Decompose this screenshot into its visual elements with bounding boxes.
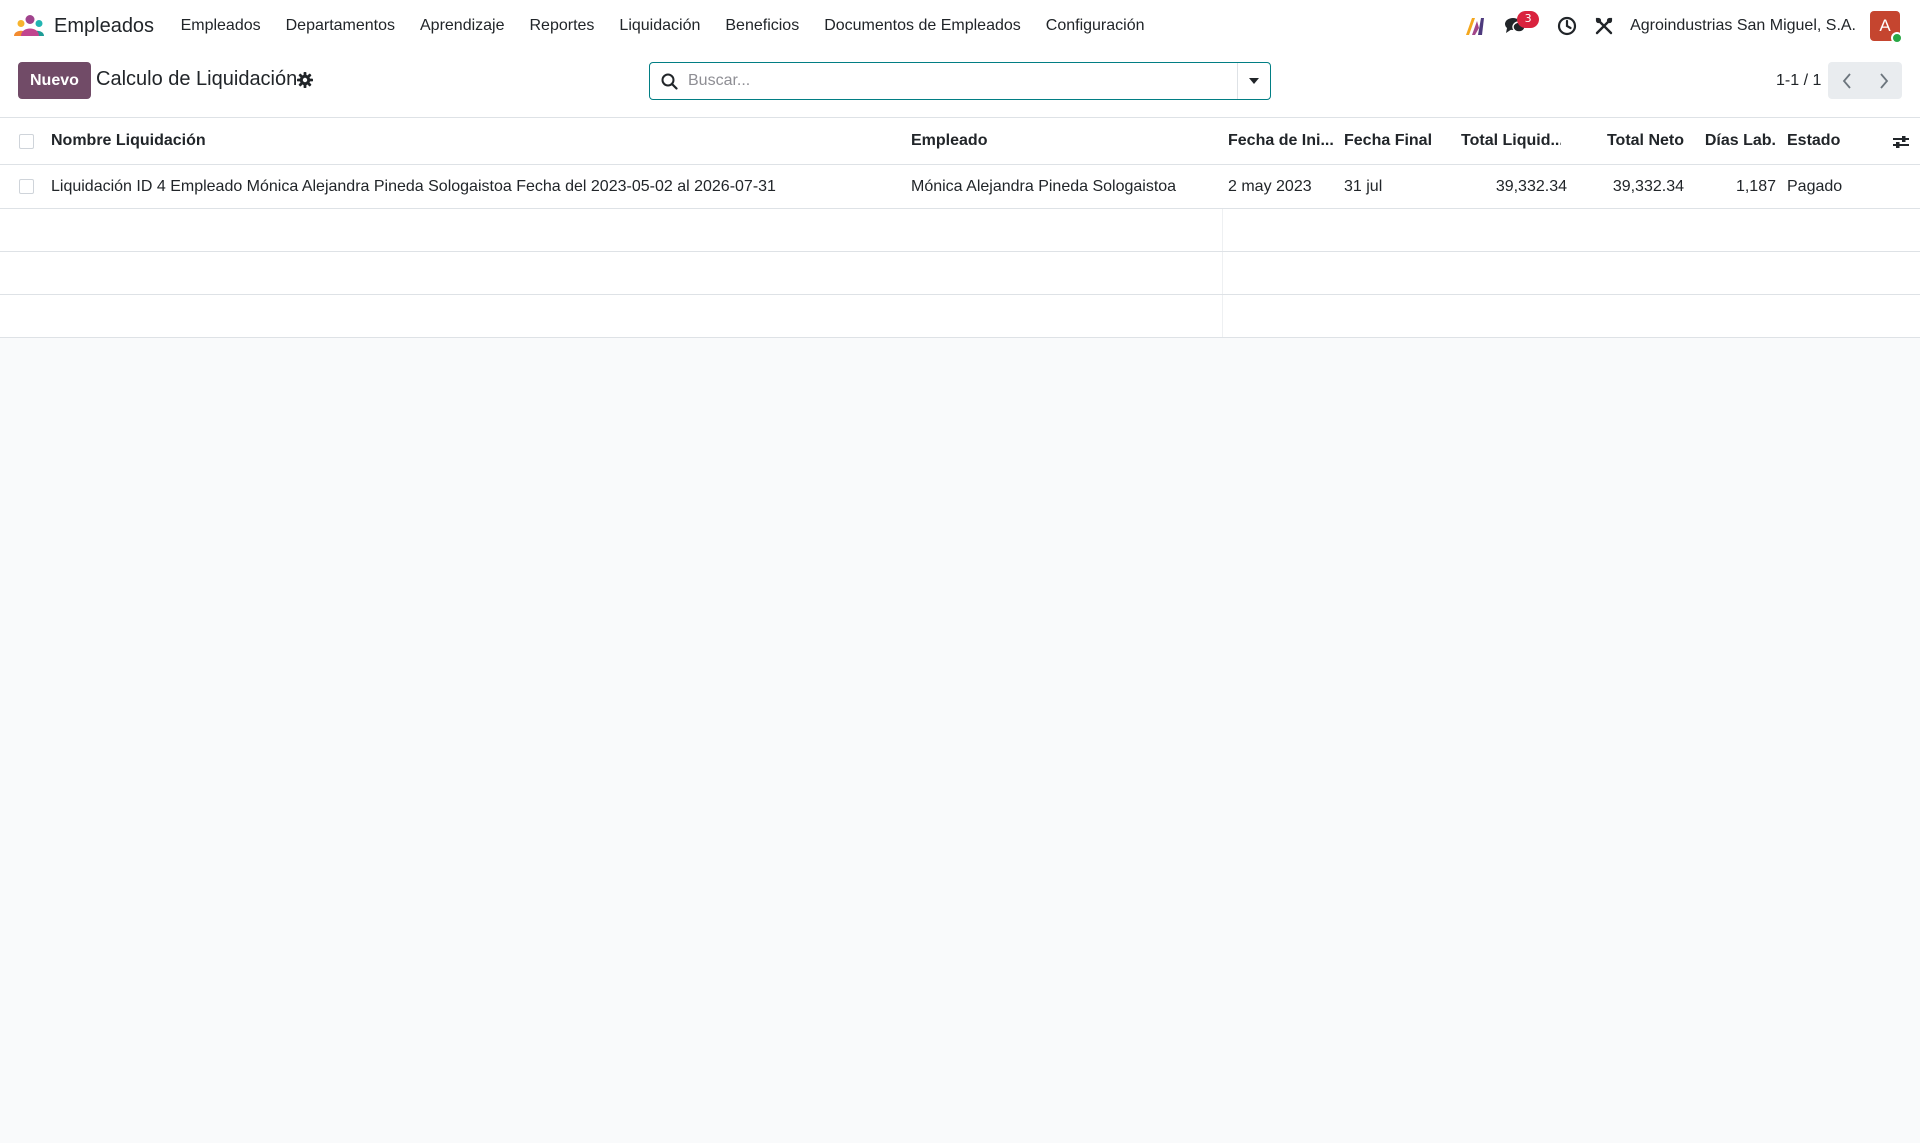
gear-icon[interactable]: [296, 71, 314, 89]
company-switcher[interactable]: Agroindustrias San Miguel, S.A.: [1622, 17, 1870, 35]
table-row[interactable]: Liquidación ID 4 Empleado Mónica Alejand…: [0, 165, 1920, 209]
cell-name: Liquidación ID 4 Empleado Mónica Alejand…: [51, 177, 776, 195]
cell-employee: Mónica Alejandra Pineda Sologaistoa: [911, 177, 1177, 195]
row-checkbox[interactable]: [19, 179, 34, 194]
pager-value[interactable]: 1-1 / 1: [1776, 72, 1821, 90]
column-header-name[interactable]: Nombre Liquidación: [51, 118, 901, 164]
ai-logo-icon: [1466, 18, 1485, 35]
empty-row: [0, 252, 1920, 295]
debug-tools-button[interactable]: [1586, 0, 1622, 52]
menu-item-configuracion[interactable]: Configuración: [1033, 0, 1157, 52]
avatar-initial: A: [1879, 16, 1891, 35]
main-menu: Empleados Departamentos Aprendizaje Repo…: [168, 0, 1157, 52]
clock-icon: [1558, 16, 1577, 36]
cell-days: 1,187: [1735, 177, 1776, 195]
control-panel: Nuevo Calculo de Liquidación 1-1 / 1: [0, 52, 1920, 118]
empty-row: [0, 295, 1920, 338]
caret-down-icon: [1249, 78, 1259, 84]
column-header-net[interactable]: Total Neto: [1578, 118, 1684, 164]
menu-item-beneficios[interactable]: Beneficios: [713, 0, 812, 52]
messages-count-badge: 3: [1517, 11, 1540, 28]
search-input[interactable]: [688, 64, 1237, 98]
column-header-end-date[interactable]: Fecha Final: [1344, 118, 1444, 164]
pager-previous-button[interactable]: [1828, 62, 1865, 99]
systray: 3 Agroindustrias San Miguel, S.A. A: [1455, 0, 1906, 52]
list-view: Nombre Liquidación Empleado Fecha de Ini…: [0, 118, 1920, 338]
menu-item-liquidacion[interactable]: Liquidación: [607, 0, 713, 52]
tools-icon: [1595, 17, 1613, 35]
menu-item-departamentos[interactable]: Departamentos: [273, 0, 407, 52]
menu-item-documentos[interactable]: Documentos de Empleados: [812, 0, 1034, 52]
new-button[interactable]: Nuevo: [18, 62, 91, 99]
chevron-right-icon: [1879, 72, 1888, 89]
search-bar: [649, 62, 1271, 100]
cell-state: Pagado: [1787, 177, 1843, 195]
cell-end-date: 31 jul: [1344, 177, 1383, 195]
row-divider: [1222, 209, 1223, 251]
people-icon: [14, 15, 44, 36]
sliders-icon[interactable]: [1891, 132, 1911, 152]
table-header: Nombre Liquidación Empleado Fecha de Ini…: [0, 118, 1920, 165]
app-name: Empleados: [54, 14, 155, 37]
ai-assistant-button[interactable]: [1455, 0, 1495, 52]
online-status-icon: [1891, 32, 1903, 44]
row-divider: [1222, 252, 1223, 294]
main-navbar: Empleados Empleados Departamentos Aprend…: [0, 0, 1920, 52]
empty-row: [0, 209, 1920, 252]
chevron-left-icon: [1842, 72, 1851, 89]
pager-next-button[interactable]: [1865, 62, 1902, 99]
row-divider: [1222, 295, 1223, 337]
user-avatar[interactable]: A: [1870, 11, 1903, 44]
page-title: Calculo de Liquidación: [96, 68, 298, 90]
cell-net: 39,332.34: [1612, 177, 1684, 195]
activities-button[interactable]: [1548, 0, 1586, 52]
cell-total: 39,332.34: [1495, 177, 1567, 195]
search-icon: [650, 63, 688, 99]
menu-item-reportes[interactable]: Reportes: [517, 0, 607, 52]
cell-start-date: 2 may 2023: [1228, 177, 1312, 195]
column-header-start-date[interactable]: Fecha de Ini...: [1228, 118, 1340, 164]
column-header-total[interactable]: Total Liquid...: [1461, 118, 1561, 164]
app-brand[interactable]: Empleados: [14, 14, 154, 38]
search-options-toggle[interactable]: [1237, 63, 1270, 99]
select-all-checkbox[interactable]: [19, 134, 34, 149]
messages-button[interactable]: 3: [1495, 0, 1548, 52]
column-header-days[interactable]: Días Lab.: [1692, 118, 1776, 164]
menu-item-empleados[interactable]: Empleados: [168, 0, 273, 52]
column-header-state[interactable]: Estado: [1787, 118, 1867, 164]
column-header-employee[interactable]: Empleado: [911, 118, 1211, 164]
menu-item-aprendizaje[interactable]: Aprendizaje: [408, 0, 518, 52]
